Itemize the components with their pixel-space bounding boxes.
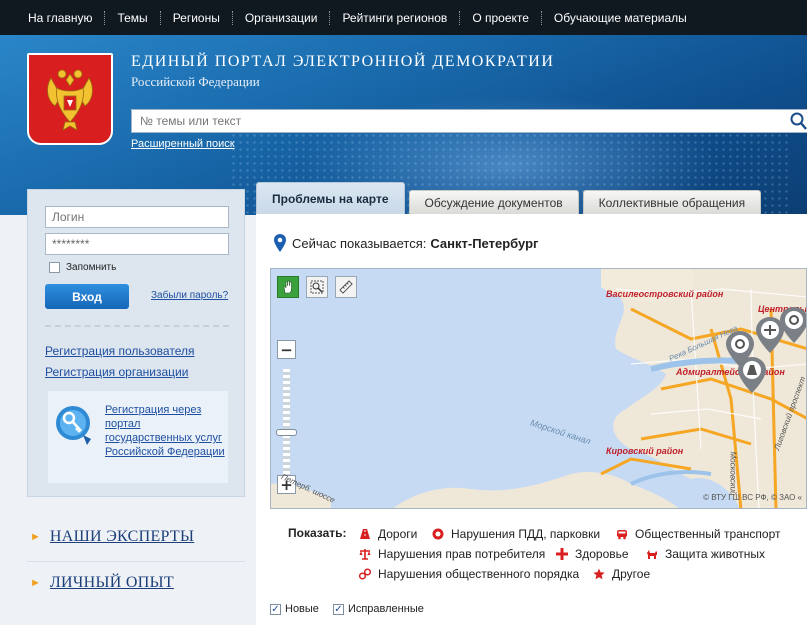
- arrow-right-icon: ►: [30, 577, 41, 589]
- filter-label: Нарушения ПДД, парковки: [451, 527, 601, 541]
- register-organization-link[interactable]: Регистрация организации: [45, 365, 188, 379]
- map-marker-road[interactable]: [738, 357, 766, 393]
- filter-label: Дороги: [378, 527, 418, 541]
- gosuslugi-link[interactable]: Регистрация через портал государственных…: [105, 403, 225, 459]
- map-label-kirovsky: Кировский район: [606, 446, 684, 456]
- fixed-checkbox[interactable]: ✓: [332, 603, 344, 615]
- register-user-link[interactable]: Регистрация пользователя: [45, 344, 194, 358]
- zoom-slider-thumb[interactable]: [276, 429, 297, 436]
- scales-icon: [359, 549, 371, 560]
- tab-collective-appeals[interactable]: Коллективные обращения: [582, 190, 762, 214]
- filter-animal-protection[interactable]: Защита животных: [646, 547, 765, 561]
- fixed-label: Исправленные: [347, 603, 424, 615]
- bus-icon: [617, 530, 627, 540]
- gosuslugi-box: Регистрация через портал государственных…: [48, 391, 228, 483]
- current-location: Сейчас показывается: Санкт-Петербург: [274, 234, 538, 252]
- map-label-moskovsky: Московский: [728, 451, 738, 496]
- personal-experience-link[interactable]: ► ЛИЧНЫЙ ОПЫТ: [30, 574, 174, 592]
- map-label-admiralteysky: Адмиралтейский район: [676, 367, 785, 377]
- nav-topics[interactable]: Темы: [105, 11, 159, 25]
- remember-label: Запомнить: [66, 262, 117, 273]
- filter-consumer-rights[interactable]: Нарушения прав потребителя: [359, 547, 545, 561]
- filter-traffic-violations[interactable]: Нарушения ПДД, парковки: [432, 527, 600, 541]
- traffic-sign-icon: [432, 528, 444, 540]
- status-checks: ✓ Новые ✓ Исправленные: [270, 603, 438, 615]
- content-tabs: Проблемы на карте Обсуждение документов …: [256, 182, 765, 214]
- map-tab-content: Сейчас показывается: Санкт-Петербург − +…: [256, 214, 807, 625]
- filter-label: Защита животных: [665, 547, 765, 561]
- nav-home[interactable]: На главную: [14, 11, 104, 25]
- ruler-tool-icon[interactable]: [335, 276, 357, 298]
- new-checkbox[interactable]: ✓: [270, 603, 281, 615]
- map-canvas: [271, 269, 806, 508]
- zoom-out-button[interactable]: −: [277, 340, 296, 359]
- road-icon: [360, 529, 370, 539]
- advanced-search-link[interactable]: Расширенный поиск: [131, 138, 235, 150]
- filter-label: Нарушения прав потребителя: [378, 547, 546, 561]
- filter-health[interactable]: Здоровье: [556, 547, 629, 561]
- zoom-slider-track[interactable]: [283, 369, 290, 484]
- filter-public-order[interactable]: Нарушения общественного порядка: [359, 567, 579, 581]
- nav-organizations[interactable]: Организации: [233, 11, 330, 25]
- zoom-area-tool-icon[interactable]: [306, 276, 328, 298]
- filter-label: Общественный транспорт: [635, 527, 781, 541]
- nav-regions[interactable]: Регионы: [161, 11, 232, 25]
- key-icon: [53, 401, 93, 449]
- check-fixed[interactable]: ✓ Исправленные: [332, 603, 424, 615]
- map-marker-transport[interactable]: [780, 307, 807, 343]
- tab-map-problems[interactable]: Проблемы на карте: [256, 182, 405, 214]
- handcuffs-icon: [359, 568, 371, 580]
- login-panel: Запомнить Вход Забыли пароль? Регистраци…: [27, 189, 245, 497]
- nav-training[interactable]: Обучающие материалы: [542, 11, 699, 25]
- map-label-vasileostrovsky: Василеостровский район: [606, 289, 724, 299]
- nav-region-ratings[interactable]: Рейтинги регионов: [330, 11, 459, 25]
- divider: [45, 325, 229, 327]
- check-new[interactable]: ✓ Новые: [270, 603, 319, 615]
- top-navigation: На главную Темы Регионы Организации Рейт…: [0, 0, 807, 35]
- map-copyright: © ВТУ ГШ ВС РФ, © ЗАО «: [703, 493, 802, 502]
- arrow-right-icon: ►: [30, 531, 41, 543]
- personal-experience-label: ЛИЧНЫЙ ОПЫТ: [49, 574, 174, 591]
- location-pin-icon: [274, 234, 286, 252]
- pan-tool-icon[interactable]: [277, 276, 299, 298]
- tab-document-discussion[interactable]: Обсуждение документов: [408, 190, 579, 214]
- remember-checkbox[interactable]: [49, 262, 60, 273]
- medical-cross-icon: [556, 548, 568, 560]
- star-icon: [593, 568, 605, 580]
- forgot-password-link[interactable]: Забыли пароль?: [151, 290, 228, 301]
- dog-icon: [647, 550, 657, 559]
- current-city: Санкт-Петербург: [430, 235, 539, 251]
- filter-other[interactable]: Другое: [593, 567, 650, 581]
- login-button[interactable]: Вход: [45, 284, 129, 309]
- filter-label: Нарушения общественного порядка: [378, 567, 580, 581]
- new-label: Новые: [285, 603, 319, 615]
- login-input[interactable]: [45, 206, 229, 228]
- password-input[interactable]: [45, 233, 229, 255]
- coat-of-arms-icon[interactable]: [27, 53, 113, 145]
- nav-about[interactable]: О проекте: [460, 11, 541, 25]
- show-label: Показать:: [288, 526, 347, 540]
- divider: [27, 561, 245, 562]
- portal-title: ЕДИНЫЙ ПОРТАЛ ЭЛЕКТРОННОЙ ДЕМОКРАТИИ: [131, 53, 555, 70]
- experts-link[interactable]: ► НАШИ ЭКСПЕРТЫ: [30, 528, 194, 546]
- filter-label: Другое: [612, 567, 651, 581]
- search-icon[interactable]: [789, 111, 807, 131]
- map-view[interactable]: − + Василеостровский район Адмиралтейски…: [270, 268, 807, 509]
- portal-subtitle: Российской Федерации: [131, 74, 260, 89]
- filter-roads[interactable]: Дороги: [359, 527, 417, 541]
- showing-prefix: Сейчас показывается:: [292, 235, 427, 251]
- experts-label: НАШИ ЭКСПЕРТЫ: [49, 528, 195, 545]
- filter-label: Здоровье: [575, 547, 629, 561]
- remember-me[interactable]: Запомнить: [49, 262, 116, 273]
- filter-public-transport[interactable]: Общественный транспорт: [616, 527, 781, 541]
- search-input[interactable]: [131, 109, 807, 133]
